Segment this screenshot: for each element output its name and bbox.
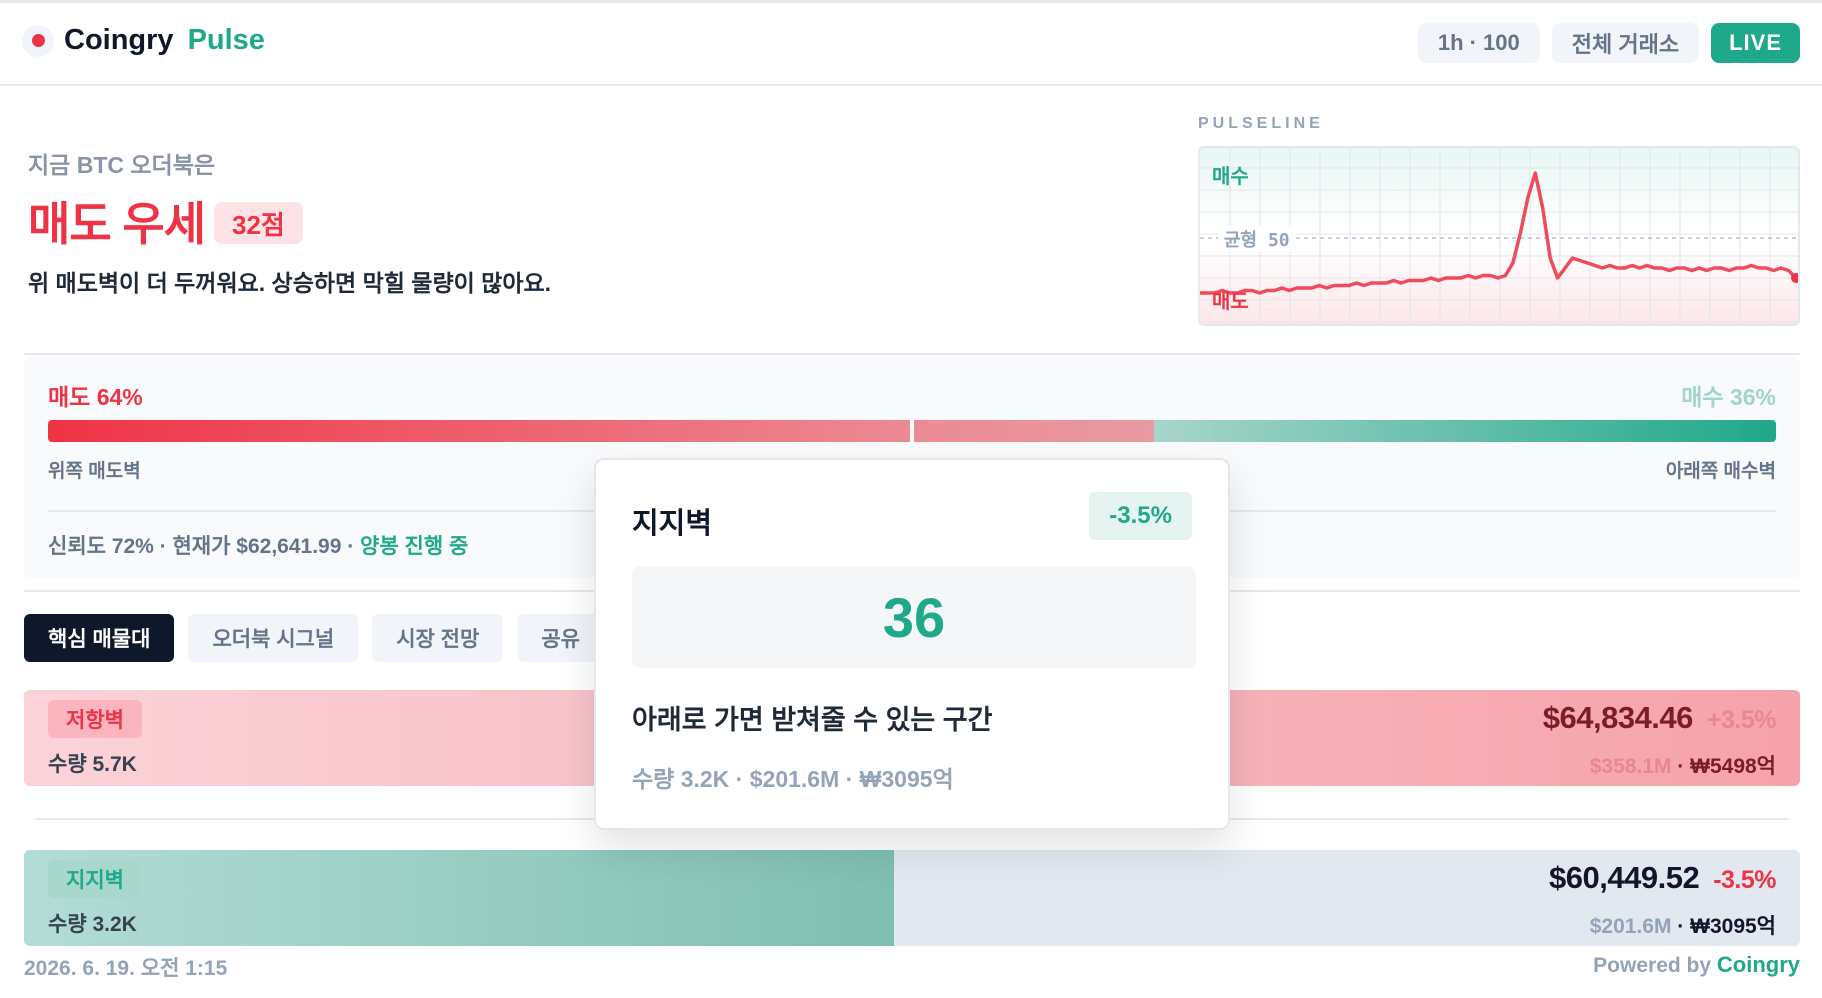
resistance-price-line: $64,834.46 +3.5% <box>1542 700 1777 736</box>
powered-by-brand: Coingry <box>1716 952 1800 977</box>
balance-midpoint-marker <box>910 420 914 442</box>
support-pct: -3.5% <box>1713 866 1776 894</box>
support-price-line: $60,449.52 -3.5% <box>1549 860 1776 896</box>
tab-orderbook-signal[interactable]: 오더북 시그널 <box>188 614 359 662</box>
tab-market-outlook[interactable]: 시장 전망 <box>372 614 504 662</box>
pulseline-mid-label: 균형 50 <box>1218 226 1296 252</box>
support-krw: ₩3095억 <box>1690 915 1776 938</box>
pulseline-chart: 매수 균형 50 매도 <box>1198 146 1800 326</box>
resistance-sep: · <box>1671 755 1691 778</box>
tooltip-pct-badge: -3.5% <box>1089 492 1192 540</box>
support-value-line: $201.6M · ₩3095억 <box>1590 910 1776 940</box>
interval-select[interactable]: 1h · 100 <box>1417 23 1540 63</box>
resistance-qty: 수량 5.7K <box>48 753 137 776</box>
hero-title: 매도 우세 <box>28 198 206 250</box>
tooltip-description: 아래로 가면 받쳐줄 수 있는 구간 <box>632 705 993 735</box>
support-row[interactable]: 지지벽 수량 3.2K $60,449.52 -3.5% $201.6M · ₩3… <box>24 850 1800 946</box>
resistance-pct: +3.5% <box>1706 706 1777 734</box>
balance-meta-text: 신뢰도 72% · 현재가 $62,641.99 · <box>48 535 361 558</box>
support-sep: · <box>1671 915 1691 938</box>
support-tooltip: 지지벽 -3.5% 36 아래로 가면 받쳐줄 수 있는 구간 수량 3.2K … <box>594 458 1230 830</box>
tab-share[interactable]: 공유 <box>517 614 604 662</box>
tab-key-levels[interactable]: 핵심 매물대 <box>24 614 175 662</box>
sell-ratio-label: 매도 64% <box>48 384 143 410</box>
exchange-select[interactable]: 전체 거래소 <box>1551 23 1700 63</box>
hero-description: 위 매도벽이 더 두꺼워요. 상승하면 막힐 물량이 많아요. <box>28 270 552 296</box>
tooltip-subtext: 수량 3.2K · $201.6M · ₩3095억 <box>632 766 954 792</box>
support-badge: 지지벽 <box>48 860 142 898</box>
support-price: $60,449.52 <box>1549 860 1700 895</box>
tooltip-title: 지지벽 <box>632 508 713 540</box>
powered-by[interactable]: Powered by Coingry <box>1593 952 1800 978</box>
buy-wall-caption: 아래쪽 매수벽 <box>1665 461 1776 482</box>
divider <box>24 353 1800 355</box>
tooltip-score: 36 <box>632 566 1196 668</box>
powered-by-text: Powered by <box>1593 954 1717 977</box>
resistance-value-line: $358.1M · ₩5498억 <box>1590 750 1776 780</box>
tab-bar: 핵심 매물대 오더북 시그널 시장 전망 공유 <box>24 614 604 662</box>
resistance-krw: ₩5498억 <box>1690 755 1776 778</box>
resistance-price: $64,834.46 <box>1542 700 1694 735</box>
pulseline-sell-label: 매도 <box>1212 291 1249 313</box>
support-fill <box>24 850 895 946</box>
header-controls: 1h · 100 전체 거래소 LIVE <box>1417 23 1800 63</box>
candle-trend: 양봉 진행 중 <box>360 535 469 558</box>
brand-sub: Pulse <box>187 24 265 56</box>
balance-meta: 신뢰도 72% · 현재가 $62,641.99 · 양봉 진행 중 <box>48 530 468 560</box>
brand[interactable]: Coingry Pulse <box>22 24 265 57</box>
resistance-badge: 저항벽 <box>48 700 142 738</box>
timestamp: 2026. 6. 19. 오전 1:15 <box>24 957 228 980</box>
resistance-usd: $358.1M <box>1589 755 1672 778</box>
sell-wall-caption: 위쪽 매도벽 <box>48 461 141 482</box>
live-dot-icon <box>22 24 54 57</box>
support-usd: $201.6M <box>1589 915 1672 938</box>
pulseline-buy-label: 매수 <box>1212 166 1249 188</box>
hero-kicker: 지금 BTC 오더북은 <box>28 152 216 178</box>
pulseline-label: PULSELINE <box>1198 115 1324 132</box>
support-qty: 수량 3.2K <box>48 913 137 936</box>
brand-name: Coingry <box>64 24 174 56</box>
top-bar: Coingry Pulse 1h · 100 전체 거래소 LIVE <box>0 0 1822 86</box>
score-badge: 32점 <box>214 202 303 244</box>
buy-ratio-label: 매수 36% <box>1681 384 1776 410</box>
live-button[interactable]: LIVE <box>1711 23 1800 63</box>
